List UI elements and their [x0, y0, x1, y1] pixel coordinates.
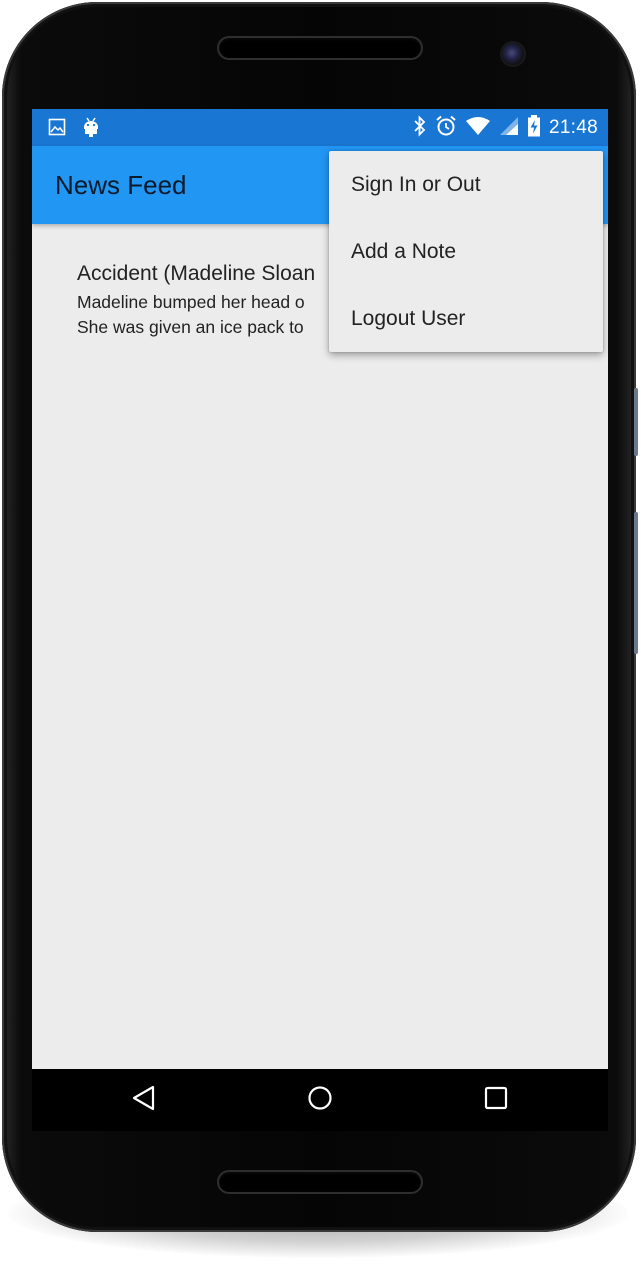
image-icon: [48, 118, 66, 141]
power-button: [634, 512, 638, 654]
screen: 21:48 News Feed Accident (Madeline Sloan…: [32, 109, 608, 1069]
home-button[interactable]: [305, 1085, 335, 1115]
wifi-icon: [465, 116, 491, 141]
recents-button[interactable]: [481, 1085, 511, 1115]
top-speaker: [219, 38, 421, 58]
battery-charging-icon: [527, 114, 541, 142]
device-stage: 21:48 News Feed Accident (Madeline Sloan…: [0, 0, 641, 1266]
overflow-menu: Sign In or Out Add a Note Logout User: [329, 151, 603, 352]
recents-icon: [483, 1085, 509, 1116]
status-time: 21:48: [548, 117, 598, 138]
home-icon: [306, 1084, 334, 1117]
status-bar: 21:48: [32, 109, 608, 146]
android-icon: [82, 117, 100, 142]
signal-icon: [499, 116, 519, 141]
bluetooth-icon: [413, 114, 427, 142]
alarm-icon: [435, 115, 457, 142]
volume-button: [634, 388, 638, 456]
back-icon: [131, 1084, 157, 1117]
navigation-bar: [32, 1069, 608, 1131]
menu-item-add-a-note[interactable]: Add a Note: [329, 218, 603, 285]
menu-item-logout-user[interactable]: Logout User: [329, 285, 603, 352]
page-title: News Feed: [55, 170, 187, 200]
back-button[interactable]: [129, 1085, 159, 1115]
front-camera: [502, 43, 524, 65]
bottom-speaker: [219, 1172, 421, 1192]
menu-item-sign-in-or-out[interactable]: Sign In or Out: [329, 151, 603, 218]
